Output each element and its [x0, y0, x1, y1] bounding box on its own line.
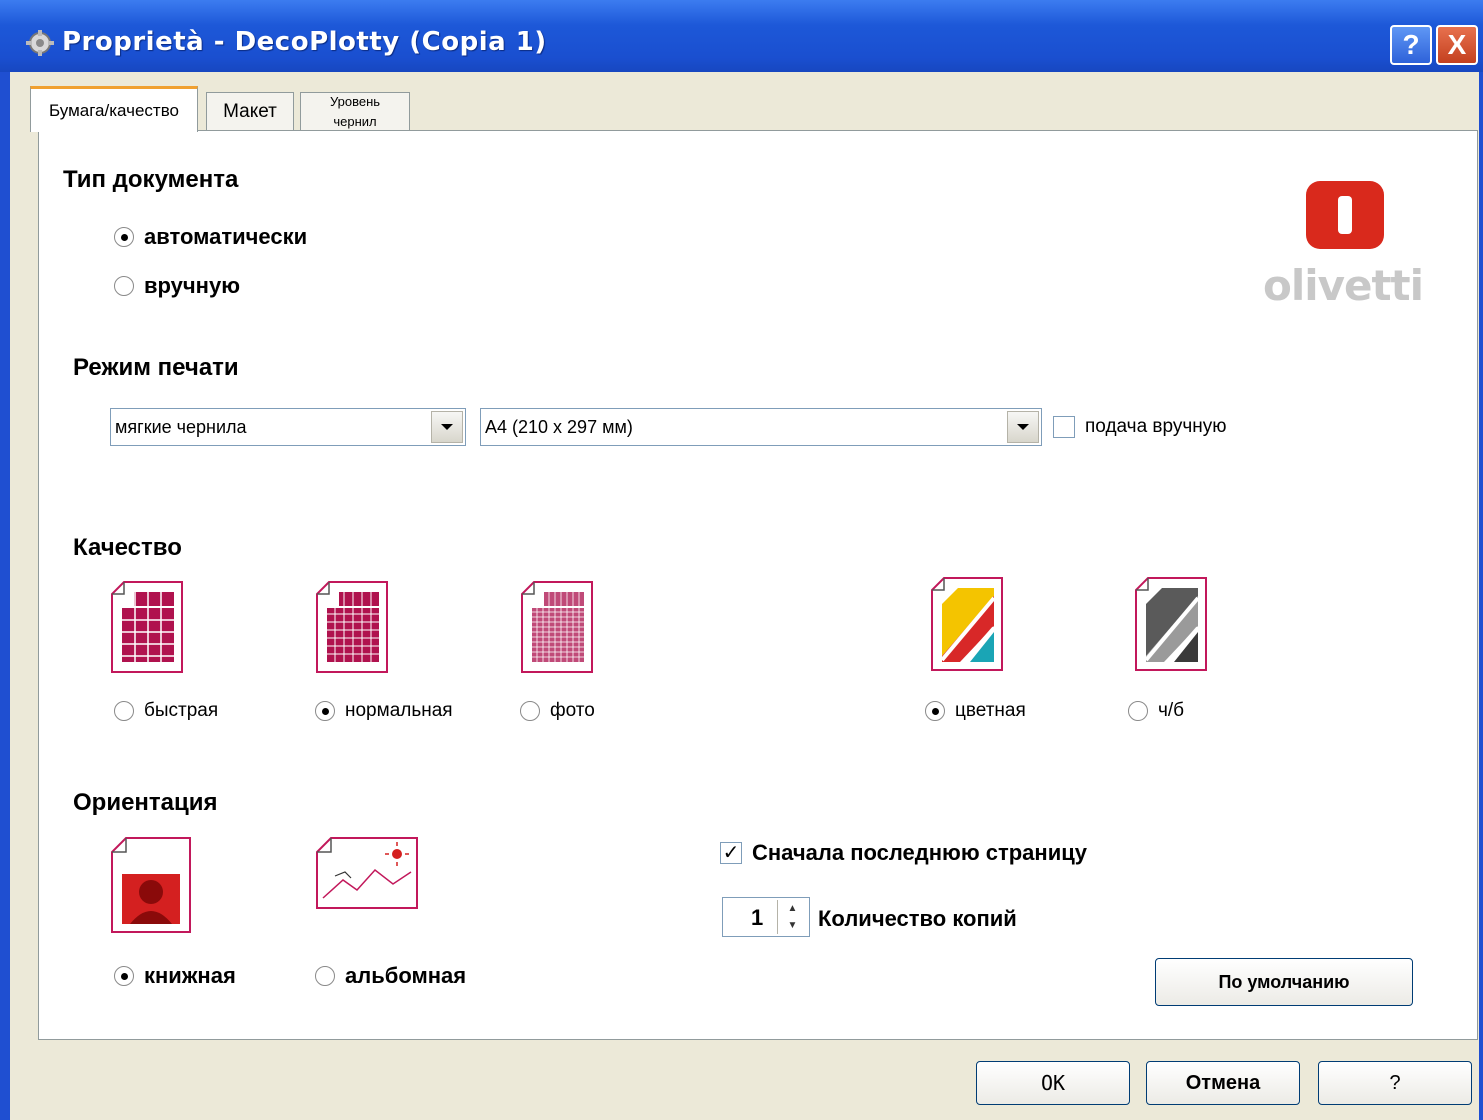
printer-gear-icon	[26, 30, 54, 56]
portrait-page-icon	[111, 837, 191, 933]
grayscale-page-icon	[1135, 577, 1207, 671]
ink-select-value: мягкие чернила	[115, 417, 247, 437]
landscape-page-icon	[316, 837, 418, 909]
radio-label: альбомная	[345, 963, 467, 988]
tab-ink-level[interactable]: Уровень чернил	[300, 92, 410, 131]
radio-quality-photo[interactable]: фото	[520, 700, 595, 722]
copies-spinner[interactable]: 1 ▲ ▼	[722, 897, 810, 937]
draft-page-icon	[111, 581, 183, 673]
last-page-first-checkbox[interactable]: ✓ Сначала последнюю страницу	[720, 840, 1087, 866]
radio-portrait[interactable]: книжная	[114, 963, 236, 989]
window-title: Proprietà - DecoPlotty (Copia 1)	[62, 27, 547, 57]
radio-label: ч/б	[1158, 700, 1185, 721]
radio-button[interactable]	[114, 227, 134, 247]
radio-label: книжная	[144, 963, 236, 988]
radio-label: фото	[550, 700, 595, 721]
checkbox[interactable]	[1053, 416, 1075, 438]
radio-label: цветная	[955, 700, 1026, 721]
radio-label: вручную	[144, 273, 240, 298]
radio-button[interactable]	[520, 701, 540, 721]
tab-layout[interactable]: Макет	[206, 92, 294, 131]
svg-text:olivetti: olivetti	[1263, 261, 1423, 308]
radio-landscape[interactable]: альбомная	[315, 963, 466, 989]
radio-button[interactable]	[315, 966, 335, 986]
help-titlebar-button[interactable]: ?	[1390, 25, 1432, 65]
radio-auto[interactable]: автоматически	[114, 224, 307, 250]
print-mode-title: Режим печати	[73, 354, 239, 381]
tab-paper-quality[interactable]: Бумага/качество	[30, 86, 198, 132]
radio-quality-normal[interactable]: нормальная	[315, 700, 453, 722]
radio-color[interactable]: цветная	[925, 700, 1026, 722]
radio-button[interactable]	[114, 701, 134, 721]
ok-button[interactable]: OK	[976, 1061, 1130, 1105]
chevron-up-icon[interactable]: ▲	[778, 900, 807, 917]
chevron-down-icon[interactable]	[1007, 411, 1039, 443]
paper-size-select[interactable]: А4 (210 x 297 мм)	[480, 408, 1042, 446]
radio-button[interactable]	[1128, 701, 1148, 721]
copies-label: Количество копий	[818, 906, 1017, 931]
quality-title: Качество	[73, 534, 182, 561]
properties-dialog: Proprietà - DecoPlotty (Copia 1) ? X Бум…	[0, 0, 1483, 1120]
ink-select[interactable]: мягкие чернила	[110, 408, 466, 446]
cancel-button[interactable]: Отмена	[1146, 1061, 1300, 1105]
radio-button[interactable]	[925, 701, 945, 721]
document-type-title: Тип документа	[63, 166, 239, 193]
normal-page-icon	[316, 581, 388, 673]
spinner-arrows[interactable]: ▲ ▼	[777, 900, 807, 934]
radio-label: нормальная	[345, 700, 453, 721]
color-page-icon	[931, 577, 1003, 671]
radio-grayscale[interactable]: ч/б	[1128, 700, 1184, 722]
checkbox-label: Сначала последнюю страницу	[752, 840, 1087, 865]
olivetti-logo: olivetti	[1263, 181, 1424, 308]
radio-manual[interactable]: вручную	[114, 273, 240, 299]
orientation-title: Ориентация	[73, 789, 218, 816]
paper-size-value: А4 (210 x 297 мм)	[485, 417, 633, 437]
chevron-down-icon[interactable]	[431, 411, 463, 443]
title-bar[interactable]: Proprietà - DecoPlotty (Copia 1) ? X	[0, 0, 1483, 72]
checkbox-label: подача вручную	[1085, 416, 1227, 437]
defaults-button[interactable]: По умолчанию	[1155, 958, 1413, 1006]
copies-value[interactable]: 1	[751, 905, 763, 931]
radio-label: быстрая	[144, 700, 219, 721]
radio-button[interactable]	[114, 966, 134, 986]
checkbox-checked[interactable]: ✓	[720, 842, 742, 864]
manual-feed-checkbox[interactable]: подача вручную	[1053, 416, 1227, 438]
chevron-down-icon[interactable]: ▼	[778, 917, 807, 934]
photo-page-icon	[521, 581, 593, 673]
radio-button[interactable]	[114, 276, 134, 296]
radio-quality-draft[interactable]: быстрая	[114, 700, 218, 722]
radio-button[interactable]	[315, 701, 335, 721]
radio-label: автоматически	[144, 224, 308, 249]
help-button[interactable]: ?	[1318, 1061, 1472, 1105]
close-button[interactable]: X	[1436, 25, 1478, 65]
